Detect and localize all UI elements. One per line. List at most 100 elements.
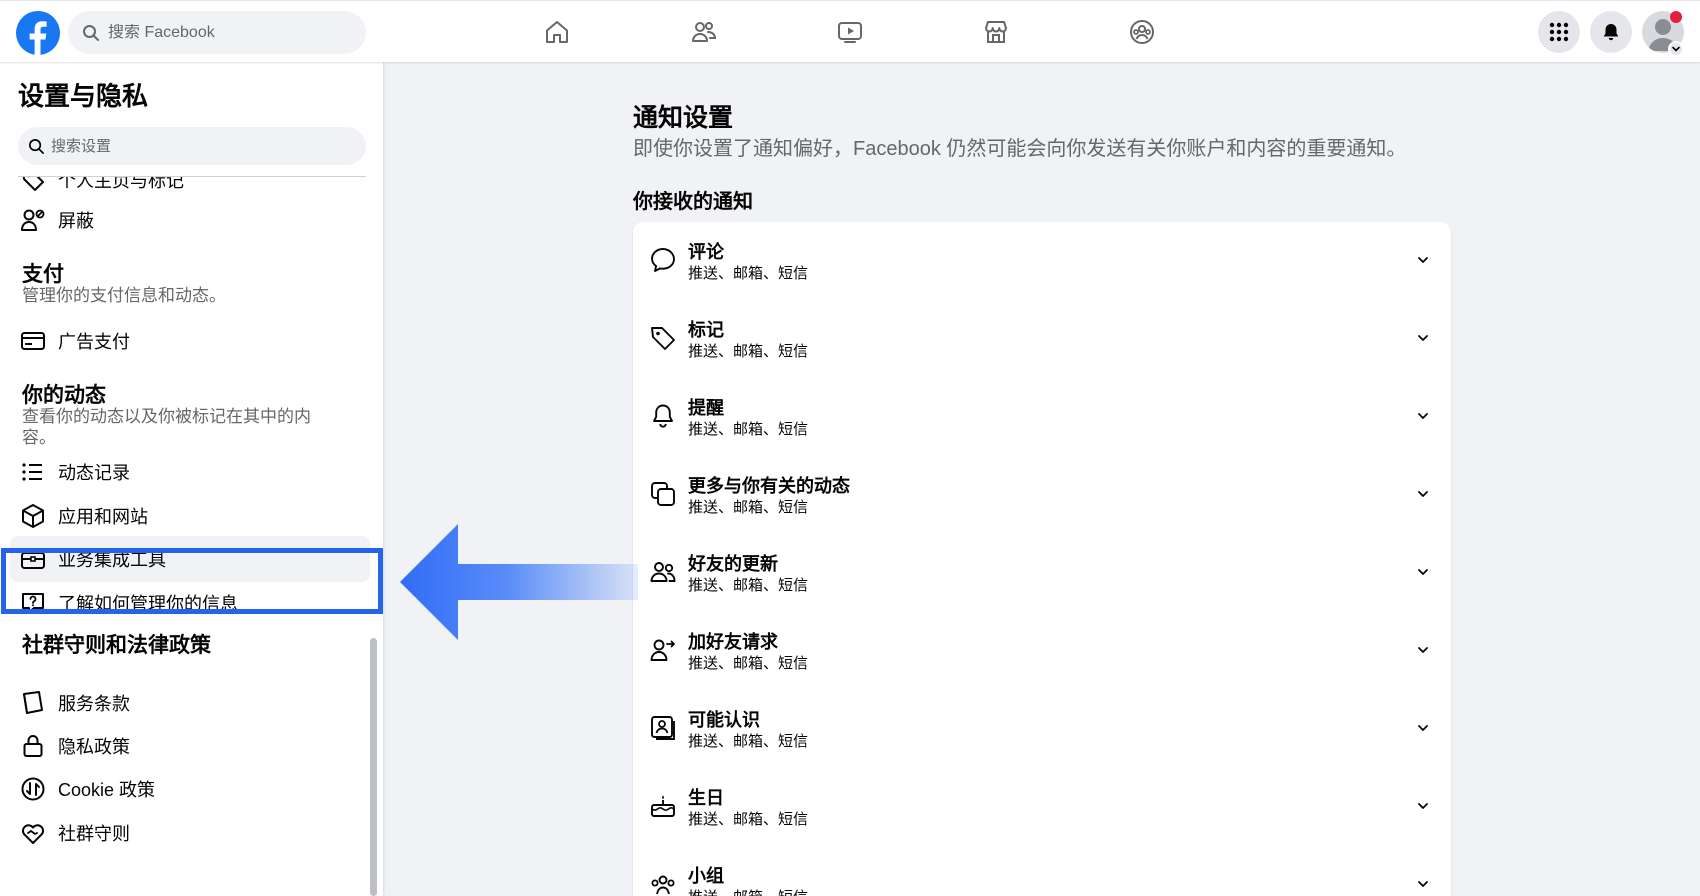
sidebar-item-label: 隐私政策 bbox=[58, 737, 130, 757]
notifications-card: 评论 推送、邮箱、短信 标记 推送、邮箱、短信 提醒 推送、邮箱、短信 更多与你… bbox=[633, 222, 1451, 896]
sidebar-item-label: 个人主页与标记 bbox=[58, 177, 184, 191]
chevron-down-icon[interactable] bbox=[1415, 642, 1431, 658]
notification-name: 生日 bbox=[688, 788, 724, 808]
facebook-logo-icon[interactable] bbox=[16, 11, 60, 55]
comment-icon bbox=[649, 246, 677, 274]
chevron-down-icon[interactable] bbox=[1415, 564, 1431, 580]
section-title: 你接收的通知 bbox=[633, 191, 753, 213]
lock-icon bbox=[20, 733, 46, 759]
bell-icon bbox=[649, 402, 677, 430]
notification-channels: 推送、邮箱、短信 bbox=[688, 886, 808, 896]
search-icon bbox=[82, 24, 100, 42]
chevron-down-icon[interactable] bbox=[1415, 876, 1431, 892]
search-icon bbox=[28, 138, 45, 155]
notification-channels: 推送、邮箱、短信 bbox=[688, 733, 809, 750]
block-person-icon bbox=[20, 207, 46, 233]
sidebar-item-privacy-policy[interactable]: 隐私政策 bbox=[10, 723, 370, 769]
notification-row-people-you-may-know[interactable]: 可能认识 推送、邮箱、短信 bbox=[633, 690, 1451, 768]
activity-heading: 你的动态 bbox=[22, 384, 106, 407]
sidebar-item-terms[interactable]: 服务条款 bbox=[10, 680, 370, 726]
marketplace-icon[interactable] bbox=[982, 18, 1010, 46]
notification-channels: 推送、邮箱、短信 bbox=[688, 811, 809, 828]
notification-channels: 推送、邮箱、短信 bbox=[688, 421, 809, 438]
settings-search-input[interactable] bbox=[51, 137, 341, 155]
notification-name: 评论 bbox=[688, 242, 724, 262]
tag-icon bbox=[20, 177, 46, 193]
notification-name: 可能认识 bbox=[688, 710, 760, 730]
grid-menu-icon[interactable] bbox=[1538, 11, 1580, 53]
home-icon[interactable] bbox=[543, 18, 571, 46]
briefcase-icon bbox=[20, 546, 46, 572]
sidebar-item-label: Cookie 政策 bbox=[58, 780, 156, 800]
friend-request-icon bbox=[649, 636, 677, 664]
page-description: 即使你设置了通知偏好，Facebook 仍然可能会向你发送有关你账户和内容的重要… bbox=[633, 138, 1407, 160]
notification-row-groups[interactable]: 小组 推送、邮箱、短信 bbox=[633, 846, 1451, 896]
facebook-search-input[interactable] bbox=[108, 23, 348, 42]
sidebar-item-label: 服务条款 bbox=[58, 694, 130, 714]
chevron-down-icon[interactable] bbox=[1415, 330, 1431, 346]
sidebar-item-label: 屏蔽 bbox=[58, 211, 94, 231]
copy-icon bbox=[649, 480, 677, 508]
cake-icon bbox=[649, 792, 677, 820]
notification-row-birthdays[interactable]: 生日 推送、邮箱、短信 bbox=[633, 768, 1451, 846]
sidebar-item-cookie-policy[interactable]: Cookie 政策 bbox=[10, 766, 370, 812]
activity-description: 查看你的动态以及你被标记在其中的内容。 bbox=[22, 407, 311, 447]
notification-name: 标记 bbox=[688, 320, 724, 340]
sidebar-title: 设置与隐私 bbox=[18, 81, 149, 111]
notification-row-more-activity[interactable]: 更多与你有关的动态 推送、邮箱、短信 bbox=[633, 456, 1451, 534]
notification-row-comments[interactable]: 评论 推送、邮箱、短信 bbox=[633, 222, 1451, 300]
sidebar-item-label: 业务集成工具 bbox=[58, 550, 166, 570]
notification-settings-panel: 通知设置 即使你设置了通知偏好，Facebook 仍然可能会向你发送有关你账户和… bbox=[383, 62, 1700, 896]
notification-name: 提醒 bbox=[688, 398, 724, 418]
payments-description: 管理你的支付信息和动态。 bbox=[22, 286, 226, 305]
friends-icon bbox=[649, 558, 677, 586]
groups-icon[interactable] bbox=[1128, 18, 1156, 46]
sidebar-item-apps-websites[interactable]: 应用和网站 bbox=[10, 493, 370, 539]
bell-icon[interactable] bbox=[1590, 11, 1632, 53]
chevron-down-icon[interactable] bbox=[1415, 408, 1431, 424]
notification-row-friend-requests[interactable]: 加好友请求 推送、邮箱、短信 bbox=[633, 612, 1451, 690]
chevron-down-icon[interactable] bbox=[1415, 720, 1431, 736]
cube-icon bbox=[20, 503, 46, 529]
card-icon bbox=[20, 328, 46, 354]
book-icon bbox=[20, 690, 46, 716]
facebook-search-bar[interactable] bbox=[68, 11, 366, 54]
notification-channels: 推送、邮箱、短信 bbox=[688, 265, 809, 282]
chevron-down-icon[interactable] bbox=[1415, 486, 1431, 502]
settings-search-bar[interactable] bbox=[18, 127, 366, 165]
group-icon bbox=[649, 870, 677, 896]
cookie-icon bbox=[20, 776, 46, 802]
chevron-down-icon[interactable] bbox=[1668, 41, 1684, 57]
sidebar-scrollbar[interactable] bbox=[370, 638, 377, 896]
contact-card-icon bbox=[649, 714, 677, 742]
sidebar-item-activity-log[interactable]: 动态记录 bbox=[10, 449, 370, 495]
tag-icon bbox=[649, 324, 677, 352]
notification-row-friend-updates[interactable]: 好友的更新 推送、邮箱、短信 bbox=[633, 534, 1451, 612]
sidebar-scroll-area[interactable]: 个人主页与标记 屏蔽 支付 管理你的支付信息和动态。 广告支付 你的动态 查看你… bbox=[0, 177, 383, 896]
payments-heading: 支付 bbox=[22, 263, 64, 286]
notification-row-reminders[interactable]: 提醒 推送、邮箱、短信 bbox=[633, 378, 1451, 456]
friends-icon[interactable] bbox=[690, 18, 718, 46]
notification-channels: 推送、邮箱、短信 bbox=[688, 499, 809, 516]
notification-name: 更多与你有关的动态 bbox=[688, 476, 850, 496]
notification-row-tags[interactable]: 标记 推送、邮箱、短信 bbox=[633, 300, 1451, 378]
chevron-down-icon[interactable] bbox=[1415, 252, 1431, 268]
chevron-down-icon[interactable] bbox=[1415, 798, 1431, 814]
pointer-arrow-icon bbox=[400, 524, 638, 640]
sidebar-item-community-standards[interactable]: 社群守则 bbox=[10, 810, 370, 856]
sidebar-item-manage-info[interactable]: 了解如何管理你的信息 bbox=[10, 580, 370, 626]
handshake-heart-icon bbox=[20, 820, 46, 846]
watch-icon[interactable] bbox=[836, 18, 864, 46]
sidebar-item-blocking[interactable]: 屏蔽 bbox=[10, 197, 370, 243]
sidebar-item-business-integrations[interactable]: 业务集成工具 bbox=[10, 536, 370, 582]
notification-channels: 推送、邮箱、短信 bbox=[688, 655, 809, 672]
sidebar-item-ads-payments[interactable]: 广告支付 bbox=[10, 318, 370, 364]
sidebar-item-label: 了解如何管理你的信息 bbox=[58, 594, 238, 614]
list-icon bbox=[20, 459, 46, 485]
sidebar-item-label: 动态记录 bbox=[58, 463, 130, 483]
notification-name: 小组 bbox=[688, 866, 724, 886]
sidebar-item-label: 应用和网站 bbox=[58, 507, 148, 527]
notification-channels: 推送、邮箱、短信 bbox=[688, 577, 809, 594]
notification-name: 好友的更新 bbox=[688, 554, 778, 574]
notification-channels: 推送、邮箱、短信 bbox=[688, 343, 809, 360]
